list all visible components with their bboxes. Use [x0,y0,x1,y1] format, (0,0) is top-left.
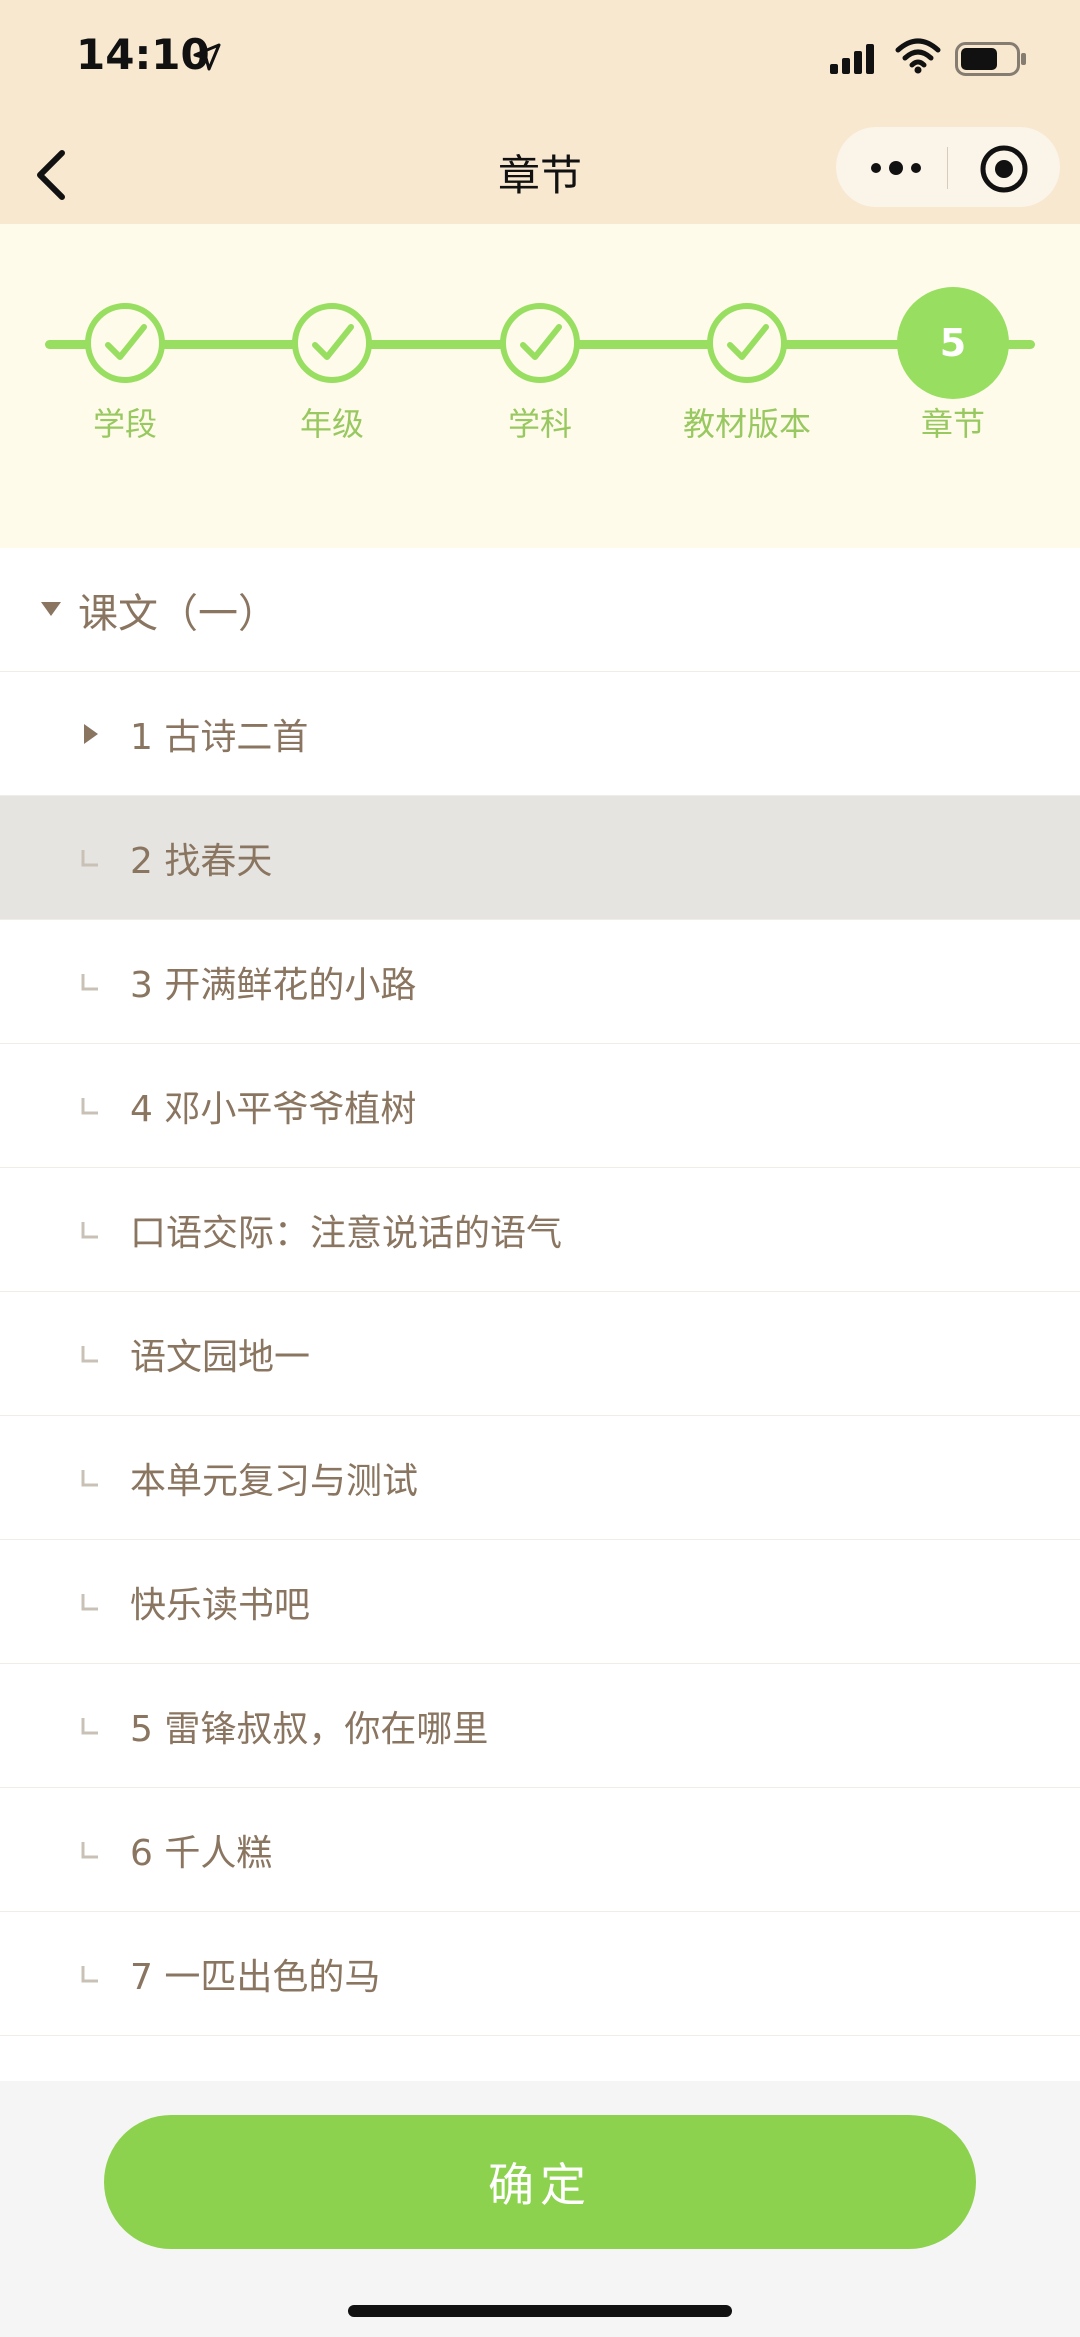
list-item[interactable]: 5 雷锋叔叔，你在哪里 [0,1664,1080,1788]
status-bar: 14:10 [0,0,1080,120]
wifi-icon [895,38,941,74]
unit-row[interactable]: 课文（一） [0,548,1080,672]
home-indicator[interactable] [348,2305,732,2317]
list-item-label: 4 邓小平爷爷植树 [130,1088,417,1130]
step-4[interactable]: 教材版本 [647,303,847,445]
step-complete-circle [292,303,372,383]
close-miniprogram-button[interactable] [976,141,1032,197]
list-item-label: 6 千人糕 [130,1832,273,1874]
nav-bar: 章节 [0,120,1080,224]
tree-branch-icon [81,850,98,867]
checkmark-icon [520,324,562,360]
chapter-tree-list: 课文（一） 1 古诗二首 2 找春天 3 开满鲜花的小路 4 邓小平爷爷植树 口… [0,548,1080,2081]
step-current-circle: 5 [897,287,1009,399]
list-item-label: 本单元复习与测试 [130,1460,419,1502]
tree-branch-icon [81,1222,98,1239]
tree-branch-icon [81,1966,98,1983]
list-item-label: 快乐读书吧 [130,1584,311,1626]
step-2[interactable]: 年级 [232,303,432,445]
location-arrow-icon [193,43,221,71]
tree-branch-icon [81,1098,98,1115]
more-button[interactable] [866,149,926,187]
list-item[interactable]: 口语交际：注意说话的语气 [0,1168,1080,1292]
list-item[interactable]: 3 开满鲜花的小路 [0,920,1080,1044]
caret-down-icon [41,602,61,616]
step-3[interactable]: 学科 [440,303,640,445]
list-item-label: 1 古诗二首 [130,716,309,758]
step-complete-circle [85,303,165,383]
list-item[interactable]: 4 邓小平爷爷植树 [0,1044,1080,1168]
step-label: 章节 [920,405,985,443]
list-item-label: 口语交际：注意说话的语气 [130,1212,563,1254]
list-item-label: 5 雷锋叔叔，你在哪里 [130,1708,489,1750]
tree-branch-icon [81,1718,98,1735]
mini-program-capsule [836,127,1060,207]
step-label: 教材版本 [682,405,811,443]
checkmark-icon [312,324,354,360]
list-item[interactable]: 2 找春天 [0,796,1080,920]
caret-right-icon [84,724,98,744]
list-item-label: 语文园地一 [130,1336,311,1378]
tree-branch-icon [81,974,98,991]
unit-title: 课文（一） [78,590,278,637]
checkmark-icon [105,324,147,360]
list-item[interactable]: 6 千人糕 [0,1788,1080,1912]
footer: 确定 [0,2081,1080,2337]
step-complete-circle [500,303,580,383]
tree-branch-icon [81,1470,98,1487]
battery-icon [955,42,1026,76]
list-item[interactable]: 本单元复习与测试 [0,1416,1080,1540]
step-label: 学段 [92,405,157,443]
tree-branch-icon [81,1842,98,1859]
list-item[interactable]: 7 一匹出色的马 [0,1912,1080,2036]
capsule-divider [947,147,948,189]
step-label: 年级 [299,405,364,443]
step-1[interactable]: 学段 [25,303,225,445]
list-item-label: 7 一匹出色的马 [130,1956,381,1998]
list-item[interactable]: 语文园地一 [0,1292,1080,1416]
tree-branch-icon [81,1346,98,1363]
list-item-label: 3 开满鲜花的小路 [130,964,417,1006]
step-complete-circle [707,303,787,383]
more-dots-icon [871,161,921,175]
checkmark-icon [727,324,769,360]
progress-stepper: 学段 年级 学科 教材版本 5 章节 [0,224,1080,548]
confirm-button[interactable]: 确定 [104,2115,976,2249]
step-5[interactable]: 5 章节 [853,287,1053,445]
list-item[interactable]: 快乐读书吧 [0,1540,1080,1664]
tree-branch-icon [81,1594,98,1611]
step-label: 学科 [507,405,572,443]
list-item-label: 2 找春天 [130,840,273,882]
cellular-signal-icon [830,44,874,74]
status-time: 14:10 [76,30,210,79]
list-item[interactable]: 1 古诗二首 [0,672,1080,796]
target-circle-icon [980,145,1028,193]
